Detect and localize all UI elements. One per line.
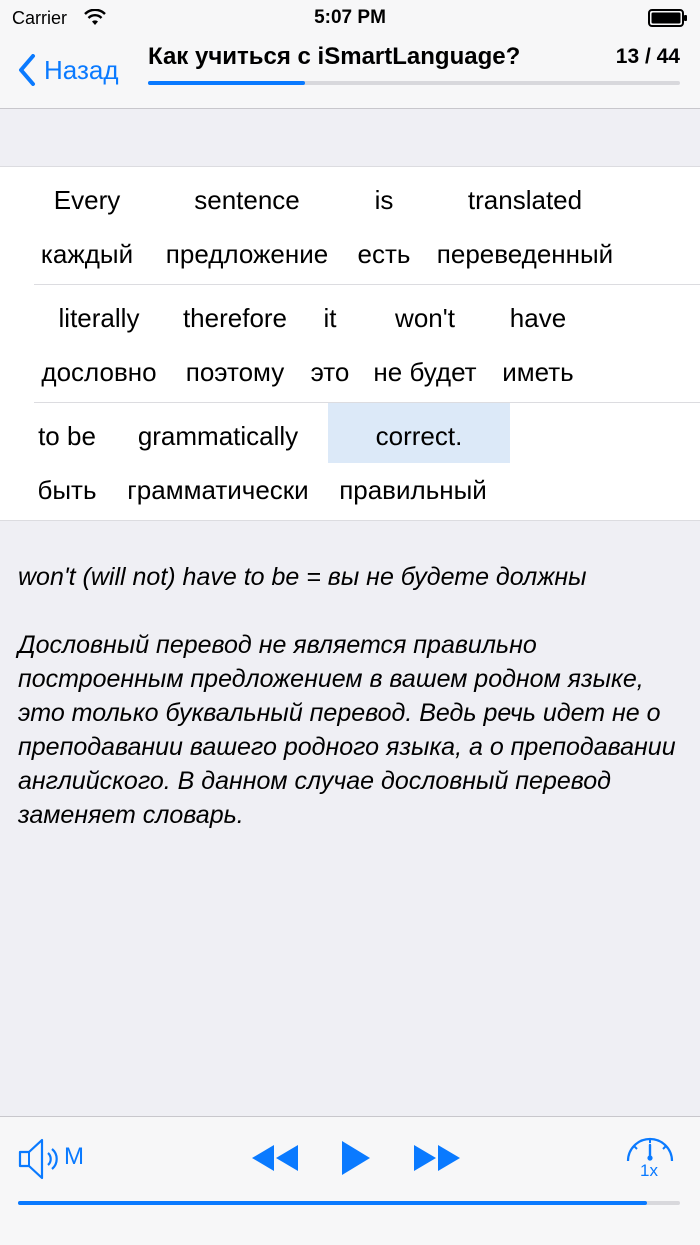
explanation-text: won't (will not) have to be = вы не буде…: [18, 560, 688, 866]
audio-progress-fill: [18, 1201, 647, 1205]
sentence-panel: Every каждый sentence предложение is ест…: [0, 166, 700, 521]
word-english: is: [374, 185, 394, 215]
word-translation: предложение: [165, 239, 329, 269]
word-english: won't: [395, 303, 455, 333]
word-translation: правильный: [339, 475, 487, 505]
word-translation: быть: [37, 475, 97, 505]
word-translation: это: [310, 357, 350, 387]
word-translation: грамматически: [127, 475, 309, 505]
speed-label: 1x: [640, 1161, 658, 1180]
word-english: correct.: [375, 421, 463, 451]
word-pair[interactable]: it это: [302, 285, 358, 403]
clock: 5:07 PM: [314, 7, 386, 28]
fast-forward-icon: [414, 1145, 460, 1171]
word-translation: есть: [357, 239, 411, 269]
word-english: sentence: [194, 185, 300, 215]
word-english: it: [323, 303, 337, 333]
navigation-bar: Назад Как учиться с iSmartLanguage? 13 /…: [0, 36, 700, 109]
back-button[interactable]: Назад: [18, 54, 119, 86]
speedometer-icon: [626, 1137, 674, 1162]
word-english: therefore: [182, 303, 288, 333]
sentence-row: Every каждый sentence предложение is ест…: [0, 167, 700, 285]
word-pair[interactable]: Every каждый: [34, 167, 140, 285]
rewind-button[interactable]: [250, 1143, 300, 1178]
lesson-counter: 13 / 44: [615, 45, 680, 68]
word-english: to be: [38, 421, 96, 451]
word-pair[interactable]: is есть: [350, 167, 418, 285]
word-pair[interactable]: grammatically грамматически: [112, 403, 324, 521]
play-button[interactable]: [340, 1139, 372, 1182]
play-icon: [342, 1141, 370, 1175]
chevron-left-icon: [19, 54, 35, 86]
mode-label: M: [64, 1143, 84, 1170]
sentence-row: to be быть grammatically грамматически c…: [0, 403, 700, 521]
word-translation: иметь: [502, 357, 574, 387]
word-english: literally: [58, 303, 140, 333]
word-translation: дословно: [41, 357, 157, 387]
word-english: Every: [53, 185, 121, 215]
battery-icon: [648, 9, 688, 27]
word-pair[interactable]: literally дословно: [34, 285, 164, 403]
status-bar: Carrier 5:07 PM: [0, 0, 700, 36]
lesson-progress-fill: [148, 81, 305, 85]
word-pair[interactable]: won't не будет: [364, 285, 486, 403]
rewind-icon: [252, 1145, 298, 1171]
phrase-note: won't (will not) have to be = вы не буде…: [18, 563, 587, 591]
word-pair[interactable]: to be быть: [28, 403, 106, 521]
word-english: have: [509, 303, 567, 333]
word-pair[interactable]: sentence предложение: [148, 167, 346, 285]
sentence-row: literally дословно therefore поэтому it …: [0, 285, 700, 403]
word-english: grammatically: [137, 421, 299, 451]
word-english: translated: [467, 185, 583, 215]
word-pair[interactable]: have иметь: [494, 285, 582, 403]
word-pair[interactable]: therefore поэтому: [172, 285, 298, 403]
word-pair-selected[interactable]: correct. правильный: [328, 403, 510, 521]
speaker-mode-button[interactable]: [18, 1135, 64, 1188]
back-label: Назад: [44, 54, 119, 85]
word-translation: переведенный: [436, 239, 614, 269]
lesson-progress-bar: [148, 81, 680, 85]
speaker-icon: [18, 1138, 58, 1180]
audio-progress-bar[interactable]: [18, 1201, 680, 1205]
playback-toolbar: M 1x: [0, 1116, 700, 1245]
word-translation: не будет: [373, 357, 477, 387]
translation-note: Дословный перевод не является правильно …: [18, 631, 676, 829]
word-translation: каждый: [40, 239, 134, 269]
word-translation: поэтому: [185, 357, 285, 387]
word-pair[interactable]: translated переведенный: [426, 167, 624, 285]
page-title: Как учиться с iSmartLanguage?: [148, 43, 521, 70]
fast-forward-button[interactable]: [412, 1143, 462, 1178]
